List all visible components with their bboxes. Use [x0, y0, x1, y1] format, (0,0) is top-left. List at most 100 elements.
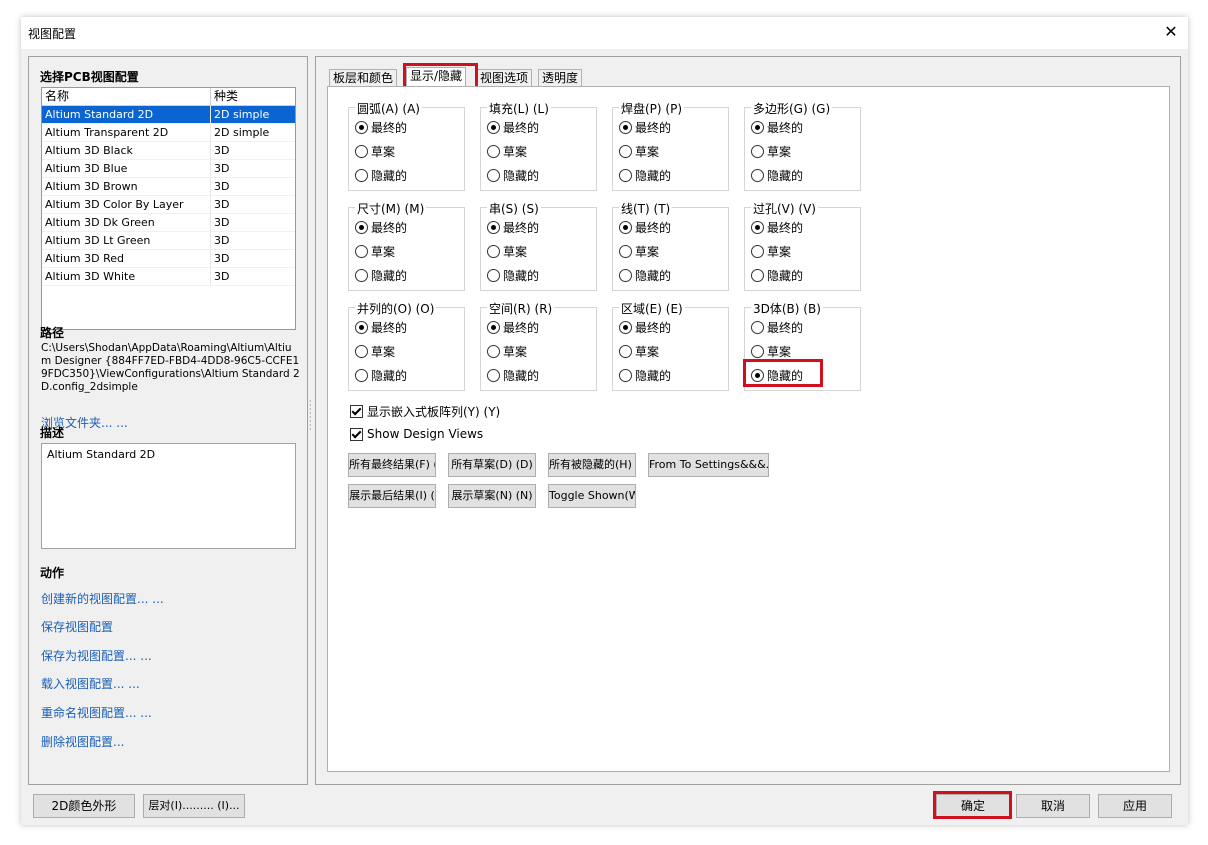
save-as-config-link[interactable]: 保存为视图配置... ...: [41, 647, 152, 664]
radio-option[interactable]: 草案: [619, 243, 659, 260]
radio-button: [751, 269, 764, 282]
radio-option[interactable]: 最终的: [619, 119, 671, 136]
column-header-name[interactable]: 名称: [42, 88, 211, 105]
table-row[interactable]: Altium Transparent 2D 2D simple: [42, 124, 295, 142]
group-title: 尺寸(M) (M): [355, 200, 427, 217]
radio-option[interactable]: 草案: [355, 243, 395, 260]
row-name: Altium 3D Brown: [42, 178, 211, 195]
radio-option[interactable]: 草案: [751, 143, 791, 160]
radio-option[interactable]: 隐藏的: [487, 267, 539, 284]
radio-label: 草案: [767, 345, 792, 359]
table-row[interactable]: Altium Standard 2D 2D simple: [42, 106, 295, 124]
radio-option[interactable]: 最终的: [487, 119, 539, 136]
row-kind: 3D: [214, 216, 230, 229]
radio-option[interactable]: 最终的: [751, 319, 803, 336]
radio-option[interactable]: 草案: [487, 343, 527, 360]
row-kind: 3D: [214, 198, 230, 211]
radio-group-8: 并列的(O) (O) 最终的 草案 隐藏的: [348, 300, 465, 391]
radio-option[interactable]: 隐藏的: [355, 167, 407, 184]
radio-label: 隐藏的: [635, 369, 672, 383]
show-final-button[interactable]: 展示最后结果(I) (: [348, 484, 436, 508]
radio-option[interactable]: 草案: [487, 243, 527, 260]
path-title: 路径: [40, 326, 65, 340]
radio-option[interactable]: 隐藏的: [355, 367, 407, 384]
table-row[interactable]: Altium 3D Red 3D: [42, 250, 295, 268]
radio-option[interactable]: 草案: [751, 343, 791, 360]
toggle-shown-button[interactable]: Toggle Shown(W) (: [548, 484, 636, 508]
radio-option[interactable]: 最终的: [619, 319, 671, 336]
table-row[interactable]: Altium 3D Brown 3D: [42, 178, 295, 196]
row-kind: 2D simple: [214, 126, 270, 139]
from-to-settings-button[interactable]: From To Settings&&&...: [648, 453, 769, 477]
table-row[interactable]: Altium 3D Color By Layer 3D: [42, 196, 295, 214]
radio-option[interactable]: 隐藏的: [487, 167, 539, 184]
radio-option[interactable]: 草案: [619, 343, 659, 360]
radio-option[interactable]: 最终的: [487, 219, 539, 236]
rename-config-link[interactable]: 重命名视图配置... ...: [41, 704, 152, 721]
radio-option[interactable]: 最终的: [487, 319, 539, 336]
radio-group-2: 焊盘(P) (P) 最终的 草案 隐藏的: [612, 100, 729, 191]
load-config-link[interactable]: 载入视图配置... ...: [41, 675, 140, 692]
tab-view-options[interactable]: 视图选项: [476, 69, 533, 87]
radio-group-6: 线(T) (T) 最终的 草案 隐藏的: [612, 200, 729, 291]
group-title: 多边形(G) (G): [751, 100, 833, 117]
radio-option[interactable]: 隐藏的: [487, 367, 539, 384]
radio-option[interactable]: 隐藏的: [619, 167, 671, 184]
panel-splitter[interactable]: · · · · · · · ·: [309, 398, 312, 434]
2d-color-profile-button[interactable]: 2D颜色外形: [33, 794, 135, 818]
show-embedded-arrays-checkbox[interactable]: 显示嵌入式板阵列(Y) (Y): [350, 403, 500, 420]
table-row[interactable]: Altium 3D White 3D: [42, 268, 295, 286]
radio-label: 最终的: [635, 221, 672, 235]
radio-option[interactable]: 隐藏的: [619, 367, 671, 384]
row-name: Altium Standard 2D: [42, 106, 211, 123]
radio-option[interactable]: 隐藏的: [751, 267, 803, 284]
radio-option[interactable]: 草案: [355, 343, 395, 360]
radio-label: 最终的: [503, 221, 540, 235]
save-config-link[interactable]: 保存视图配置: [41, 618, 113, 635]
all-final-button[interactable]: 所有最终结果(F) (: [348, 453, 436, 477]
radio-label: 最终的: [635, 321, 672, 335]
radio-option[interactable]: 最终的: [355, 219, 407, 236]
radio-option[interactable]: 最终的: [355, 119, 407, 136]
radio-option[interactable]: 最终的: [619, 219, 671, 236]
row-kind: 3D: [214, 252, 230, 265]
close-icon[interactable]: ✕: [1160, 21, 1182, 43]
layer-pairs-button[interactable]: 层对(I)......... (I)...: [143, 794, 245, 818]
radio-button: [619, 245, 632, 258]
delete-config-link[interactable]: 删除视图配置...: [41, 733, 124, 750]
table-row[interactable]: Altium 3D Black 3D: [42, 142, 295, 160]
radio-option[interactable]: 隐藏的: [355, 267, 407, 284]
all-hidden-button[interactable]: 所有被隐藏的(H) (: [548, 453, 636, 477]
radio-option[interactable]: 草案: [751, 243, 791, 260]
all-draft-button[interactable]: 所有草案(D) (D): [448, 453, 536, 477]
radio-label: 草案: [371, 245, 396, 259]
radio-option[interactable]: 最终的: [355, 319, 407, 336]
radio-group-10: 区域(E) (E) 最终的 草案 隐藏的: [612, 300, 729, 391]
table-row[interactable]: Altium 3D Dk Green 3D: [42, 214, 295, 232]
apply-button[interactable]: 应用: [1098, 794, 1172, 818]
show-design-views-checkbox[interactable]: Show Design Views: [350, 427, 483, 441]
radio-option[interactable]: 草案: [355, 143, 395, 160]
radio-option[interactable]: 最终的: [751, 219, 803, 236]
cancel-button[interactable]: 取消: [1016, 794, 1090, 818]
config-list[interactable]: 名称 种类 Altium Standard 2D 2D simple Altium …: [41, 87, 296, 330]
radio-option[interactable]: 最终的: [751, 119, 803, 136]
show-draft-button[interactable]: 展示草案(N) (N): [448, 484, 536, 508]
radio-label: 隐藏的: [635, 169, 672, 183]
radio-option[interactable]: 隐藏的: [619, 267, 671, 284]
description-box[interactable]: Altium Standard 2D: [41, 443, 296, 549]
tab-transparency[interactable]: 透明度: [538, 69, 583, 87]
radio-group-9: 空间(R) (R) 最终的 草案 隐藏的: [480, 300, 597, 391]
table-row[interactable]: Altium 3D Blue 3D: [42, 160, 295, 178]
table-row[interactable]: Altium 3D Lt Green 3D: [42, 232, 295, 250]
radio-label: 最终的: [371, 321, 408, 335]
radio-option[interactable]: 草案: [619, 143, 659, 160]
radio-option[interactable]: 隐藏的: [751, 167, 803, 184]
radio-label: 草案: [503, 245, 528, 259]
list-header: 名称 种类: [42, 88, 295, 106]
create-config-link[interactable]: 创建新的视图配置... ...: [41, 590, 164, 607]
column-header-kind[interactable]: 种类: [211, 88, 238, 105]
left-panel: 选择PCB视图配置 名称 种类 Altium Standard 2D 2D sim…: [28, 56, 308, 785]
tab-layers-colors[interactable]: 板层和颜色: [329, 69, 398, 87]
radio-option[interactable]: 草案: [487, 143, 527, 160]
